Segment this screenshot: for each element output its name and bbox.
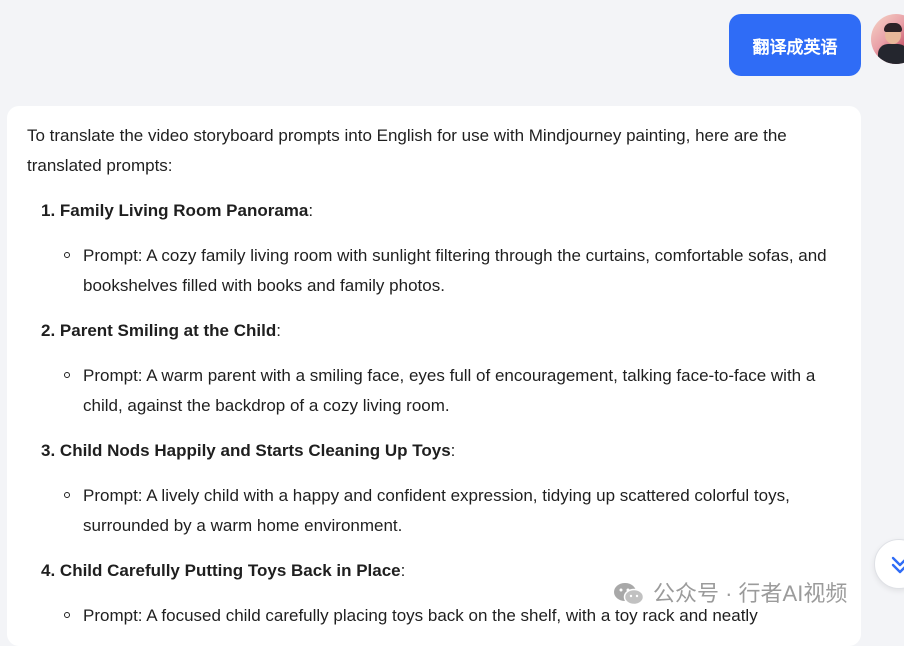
prompt-text: Prompt: A lively child with a happy and … <box>83 486 790 535</box>
watermark-text: 公众号 · 行者AI视频 <box>653 581 848 606</box>
circle-bullet-icon <box>64 252 70 258</box>
prompt-text: Prompt: A cozy family living room with s… <box>83 246 827 295</box>
assistant-intro-text: To translate the video storyboard prompt… <box>27 126 787 175</box>
prompt-text: Prompt: A warm parent with a smiling fac… <box>83 366 816 415</box>
step-title: 3. Child Nods Happily and Starts Cleanin… <box>41 441 456 460</box>
user-message-row: 翻译成英语 <box>729 14 861 76</box>
prompt-bullet: Prompt: A warm parent with a smiling fac… <box>27 361 841 421</box>
prompt-bullet: Prompt: A lively child with a happy and … <box>27 481 841 541</box>
step-title: 1. Family Living Room Panorama: <box>41 201 314 220</box>
scroll-to-bottom-button[interactable] <box>874 539 904 589</box>
wechat-icon <box>614 583 645 606</box>
prompt-bullet: Prompt: A cozy family living room with s… <box>27 241 841 301</box>
list-item: 1. Family Living Room Panorama: Prompt: … <box>27 196 841 301</box>
assistant-message-card: To translate the video storyboard prompt… <box>7 106 861 646</box>
list-item: 2. Parent Smiling at the Child: Prompt: … <box>27 316 841 421</box>
circle-bullet-icon <box>64 492 70 498</box>
step-title: 2. Parent Smiling at the Child: <box>41 321 281 340</box>
list-item: 3. Child Nods Happily and Starts Cleanin… <box>27 436 841 541</box>
user-avatar[interactable] <box>871 14 904 64</box>
user-message-bubble: 翻译成英语 <box>729 14 861 76</box>
prompt-text: Prompt: A focused child carefully placin… <box>83 606 758 625</box>
circle-bullet-icon <box>64 372 70 378</box>
double-chevron-down-icon <box>891 556 904 574</box>
user-message-text: 翻译成英语 <box>752 37 838 57</box>
watermark: 公众号 · 行者AI视频 <box>613 580 847 608</box>
prompt-list: 1. Family Living Room Panorama: Prompt: … <box>27 196 841 631</box>
circle-bullet-icon <box>64 612 70 618</box>
